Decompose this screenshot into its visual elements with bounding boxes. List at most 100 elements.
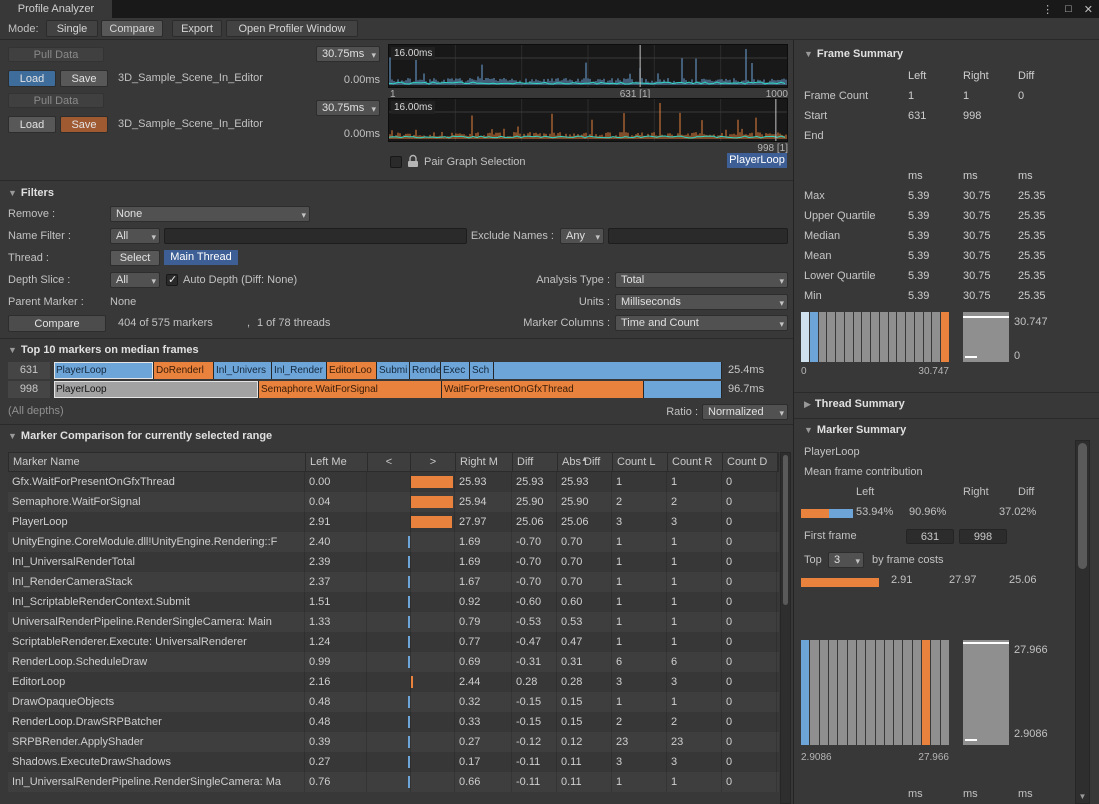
top10-segment[interactable]: EditorLoo	[327, 362, 377, 379]
top10-segment[interactable]: Inl_Univers	[214, 362, 272, 379]
open-profiler-window-button[interactable]: Open Profiler Window	[226, 20, 358, 37]
top10-segment[interactable]: Exec	[441, 362, 470, 379]
scroll-down-icon[interactable]: ▼	[1076, 792, 1089, 801]
marker-row[interactable]: EditorLoop2.162.440.280.28330	[8, 672, 779, 692]
column-header-diff[interactable]: Diff	[513, 453, 558, 471]
marker-table-scrollbar[interactable]	[780, 452, 791, 804]
maximize-icon[interactable]: □	[1065, 3, 1072, 15]
column-header-marker-name[interactable]: Marker Name	[9, 453, 306, 471]
marker-row[interactable]: UniversalRenderPipeline.RenderSingleCame…	[8, 612, 779, 632]
name-filter-input[interactable]	[164, 228, 467, 244]
top10-segment[interactable]	[644, 381, 722, 398]
top10-segment[interactable]	[494, 362, 722, 379]
pair-graph-selection-checkbox[interactable]	[390, 156, 402, 168]
export-button[interactable]: Export	[172, 20, 222, 37]
thread-value-badge[interactable]: Main Thread	[164, 250, 238, 265]
depth-slice-dropdown[interactable]: All	[110, 272, 160, 288]
marker-row[interactable]: Inl_ScriptableRenderContext.Submit1.510.…	[8, 592, 779, 612]
column-header-count-l[interactable]: Count L	[613, 453, 668, 471]
top10-header[interactable]: ▼Top 10 markers on median frames	[8, 344, 199, 356]
thread-select-button[interactable]: Select	[110, 250, 160, 266]
auto-depth-checkbox[interactable]	[166, 274, 178, 286]
top10-segment[interactable]: Semaphore.WaitForSignal	[259, 381, 442, 398]
marker-summary-header[interactable]: ▼Marker Summary	[804, 424, 906, 436]
marker-row[interactable]: RenderLoop.ScheduleDraw0.990.69-0.310.31…	[8, 652, 779, 672]
collapse-triangle-icon: ▼	[8, 431, 17, 441]
first-frame-right-button[interactable]: 998	[959, 529, 1007, 544]
close-icon[interactable]: ✕	[1084, 3, 1093, 16]
top10-segment[interactable]: Inl_Render	[272, 362, 327, 379]
marker-row[interactable]: PlayerLoop2.9127.9725.0625.06330	[8, 512, 779, 532]
window-tab[interactable]: Profile Analyzer	[0, 0, 112, 18]
menu-kebab-icon[interactable]: ⋮	[1042, 3, 1053, 16]
column-header--[interactable]: >	[411, 453, 456, 471]
save-left-button[interactable]: Save	[60, 70, 108, 87]
right-graph-range-dropdown[interactable]: 30.75ms	[316, 100, 380, 116]
marker-row[interactable]: RenderLoop.DrawSRPBatcher0.480.33-0.150.…	[8, 712, 779, 732]
name-filter-mode-dropdown[interactable]: All	[110, 228, 160, 244]
cell-diff: -0.12	[512, 732, 557, 752]
column-header-right-m[interactable]: Right M	[456, 453, 513, 471]
compare-button[interactable]: Compare	[8, 315, 106, 332]
units-dropdown[interactable]: Milliseconds	[615, 294, 788, 310]
column-header--[interactable]: <	[368, 453, 411, 471]
top10-segment[interactable]: WaitForPresentOnGfxThread	[442, 381, 644, 398]
frame-number-badge[interactable]: 998	[8, 381, 50, 398]
frame-summary-header[interactable]: ▼Frame Summary	[804, 48, 903, 60]
marker-row[interactable]: DrawOpaqueObjects0.480.32-0.150.15110	[8, 692, 779, 712]
top10-segment[interactable]: DoRenderl	[154, 362, 214, 379]
exclude-names-input[interactable]	[608, 228, 788, 244]
load-right-button[interactable]: Load	[8, 116, 56, 133]
marker-table-header[interactable]: ▼Marker Comparison for currently selecte…	[8, 430, 272, 442]
marker-row[interactable]: UnityEngine.CoreModule.dll!UnityEngine.R…	[8, 532, 779, 552]
marker-row[interactable]: SRPBRender.ApplyShader0.390.27-0.120.122…	[8, 732, 779, 752]
top10-segment[interactable]: Submi	[377, 362, 410, 379]
pull-data-right-button[interactable]: Pull Data	[8, 93, 104, 108]
top10-segment[interactable]: PlayerLoop	[54, 381, 259, 398]
first-frame-left-button[interactable]: 631	[906, 529, 954, 544]
left-graph-range-dropdown[interactable]: 30.75ms	[316, 46, 380, 62]
pair-graph-selection-label: Pair Graph Selection	[424, 156, 526, 168]
mode-single-button[interactable]: Single	[46, 20, 98, 37]
marker-row[interactable]: Shadows.ExecuteDrawShadows0.270.17-0.110…	[8, 752, 779, 772]
top10-segment[interactable]: Rende	[410, 362, 441, 379]
left-frame-graph[interactable]: 16.00ms	[388, 44, 788, 88]
exclude-mode-dropdown[interactable]: Any	[560, 228, 604, 244]
cell-count-delta: 0	[722, 772, 777, 792]
marker-columns-dropdown[interactable]: Time and Count	[615, 315, 788, 331]
marker-row[interactable]: Inl_RenderCameraStack2.371.67-0.700.7011…	[8, 572, 779, 592]
top-n-dropdown[interactable]: 3	[828, 552, 864, 568]
marker-row[interactable]: Gfx.WaitForPresentOnGfxThread0.0025.9325…	[8, 472, 779, 492]
summary-scrollbar-thumb[interactable]	[1078, 443, 1087, 569]
marker-row[interactable]: Inl_UniversalRenderPipeline.RenderSingle…	[8, 772, 779, 792]
ratio-dropdown[interactable]: Normalized	[702, 404, 788, 420]
cell-count-left: 3	[612, 512, 667, 532]
histogram-bar	[862, 312, 870, 362]
column-header-count-r[interactable]: Count R	[668, 453, 723, 471]
column-header-abs-diff[interactable]: ▲Abs Diff	[558, 453, 613, 471]
remove-dropdown[interactable]: None	[110, 206, 310, 222]
marker-row[interactable]: Inl_UniversalRenderTotal2.391.69-0.700.7…	[8, 552, 779, 572]
mode-compare-button[interactable]: Compare	[101, 20, 163, 37]
save-right-button[interactable]: Save	[60, 116, 108, 133]
column-header-count-d[interactable]: Count D	[723, 453, 778, 471]
diff-bar	[408, 696, 410, 708]
frame-summary-histogram[interactable]	[801, 312, 949, 362]
analysis-type-dropdown[interactable]: Total	[615, 272, 788, 288]
thread-summary-header[interactable]: ▶Thread Summary	[804, 398, 905, 410]
marker-summary-histogram[interactable]	[801, 640, 949, 745]
filters-header[interactable]: ▼Filters	[8, 187, 54, 199]
load-left-button[interactable]: Load	[8, 70, 56, 87]
marker-row[interactable]: Semaphore.WaitForSignal0.0425.9425.9025.…	[8, 492, 779, 512]
cell-abs-diff: 0.53	[557, 612, 612, 632]
marker-table-scrollbar-thumb[interactable]	[783, 455, 788, 605]
marker-row[interactable]: ScriptableRenderer.Execute: UniversalRen…	[8, 632, 779, 652]
top10-segment[interactable]: PlayerLoop	[54, 362, 154, 379]
frame-number-badge[interactable]: 631	[8, 362, 50, 379]
right-frame-graph[interactable]: 16.00ms	[388, 98, 788, 142]
column-header-left-me[interactable]: Left Me	[306, 453, 368, 471]
pull-data-left-button[interactable]: Pull Data	[8, 47, 104, 62]
top10-segment[interactable]: Sch	[470, 362, 494, 379]
selected-marker-badge[interactable]: PlayerLoop	[727, 153, 787, 168]
summary-scrollbar[interactable]: ▼	[1075, 440, 1090, 804]
